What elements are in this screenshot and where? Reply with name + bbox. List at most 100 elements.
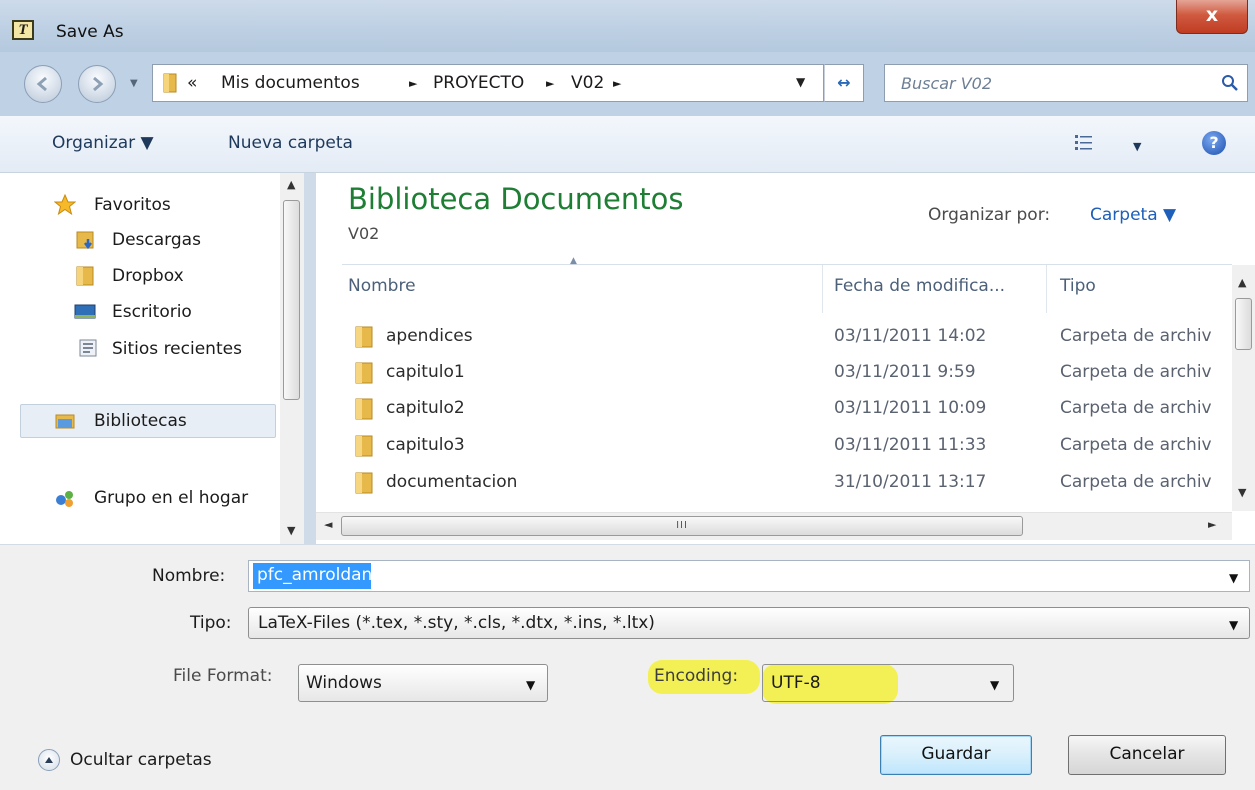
view-options-icon[interactable]: [1074, 133, 1094, 151]
encoding-dropdown-icon[interactable]: ▼: [990, 678, 999, 692]
back-arrow-icon: [36, 76, 47, 92]
breadcrumb-bar[interactable]: « Mis documentos ► PROYECTO ► V02 ►: [152, 64, 824, 102]
organize-by-dropdown[interactable]: Carpeta ▼: [1090, 205, 1176, 225]
close-button[interactable]: x: [1176, 0, 1248, 34]
downloads-folder-icon: [76, 231, 94, 250]
help-icon[interactable]: ?: [1202, 131, 1226, 155]
file-format-label: File Format:: [173, 666, 273, 686]
breadcrumb-v02[interactable]: V02: [571, 73, 604, 93]
forward-button[interactable]: [78, 65, 116, 103]
file-date: 03/11/2011 14:02: [834, 326, 987, 346]
filename-dropdown-icon[interactable]: ▼: [1229, 571, 1238, 585]
filename-label: Nombre:: [152, 566, 226, 586]
column-header-nombre[interactable]: Nombre: [348, 276, 416, 296]
breadcrumb-proyecto[interactable]: PROYECTO: [433, 73, 524, 93]
nav-label: Dropbox: [112, 266, 184, 286]
recent-places-icon: [79, 339, 97, 357]
file-name: capitulo3: [386, 435, 465, 455]
folder-icon: [355, 362, 373, 384]
table-row[interactable]: documentacion 31/10/2011 13:17 Carpeta d…: [342, 466, 1227, 500]
nav-label: Bibliotecas: [94, 411, 187, 431]
recent-locations-dropdown-icon[interactable]: ▼: [130, 78, 138, 89]
scroll-right-icon[interactable]: ►: [1208, 518, 1216, 531]
file-type: Carpeta de archiv: [1060, 362, 1212, 382]
libraries-icon: [55, 414, 75, 429]
address-dropdown-icon[interactable]: ▼: [796, 75, 805, 89]
nav-label: Grupo en el hogar: [94, 488, 249, 508]
file-type: Carpeta de archiv: [1060, 472, 1212, 492]
table-row[interactable]: capitulo2 03/11/2011 10:09 Carpeta de ar…: [342, 392, 1227, 426]
hide-folders-toggle[interactable]: [38, 749, 60, 771]
file-date: 03/11/2011 11:33: [834, 435, 987, 455]
organize-by-label: Organizar por:: [928, 205, 1051, 225]
file-type: Carpeta de archiv: [1060, 398, 1212, 418]
nav-label: Favoritos: [94, 195, 171, 215]
save-button[interactable]: Guardar: [880, 735, 1032, 775]
horizontal-scrollbar-thumb[interactable]: III: [341, 516, 1023, 536]
title-bar[interactable]: [0, 0, 1255, 52]
breadcrumb-separator-icon[interactable]: ►: [613, 77, 621, 90]
scroll-up-icon[interactable]: ▲: [1238, 276, 1246, 289]
scroll-left-icon[interactable]: ◄: [324, 518, 332, 531]
window-title: Save As: [56, 22, 124, 42]
scroll-up-icon[interactable]: ▲: [287, 178, 295, 191]
desktop-icon: [74, 304, 96, 319]
column-separator[interactable]: [822, 265, 823, 313]
header-divider: [342, 264, 1232, 265]
library-subtitle: V02: [348, 224, 380, 243]
table-row[interactable]: capitulo3 03/11/2011 11:33 Carpeta de ar…: [342, 429, 1227, 463]
folder-icon: [355, 398, 373, 420]
homegroup-icon: [56, 491, 73, 507]
file-name: capitulo1: [386, 362, 465, 382]
file-name: apendices: [386, 326, 473, 346]
library-title: Biblioteca Documentos: [348, 182, 684, 216]
organize-menu-button[interactable]: Organizar ▼: [52, 133, 154, 153]
hide-folders-label[interactable]: Ocultar carpetas: [70, 750, 212, 770]
cancel-button[interactable]: Cancelar: [1068, 735, 1226, 775]
file-date: 03/11/2011 9:59: [834, 362, 976, 382]
collapse-up-icon: [45, 757, 53, 763]
filename-field[interactable]: [248, 560, 1250, 592]
column-header-fecha[interactable]: Fecha de modifica...: [834, 276, 1005, 296]
folder-icon: [355, 472, 373, 494]
nav-scrollbar-thumb[interactable]: [283, 200, 300, 400]
filetype-dropdown-icon[interactable]: ▼: [1229, 618, 1238, 632]
search-placeholder: Buscar V02: [901, 74, 993, 93]
breadcrumb-separator-icon[interactable]: ►: [546, 77, 554, 90]
table-row[interactable]: capitulo1 03/11/2011 9:59 Carpeta de arc…: [342, 356, 1227, 390]
nav-label: Sitios recientes: [112, 339, 242, 359]
file-list-scrollbar-thumb[interactable]: [1235, 298, 1252, 350]
folder-icon: [355, 326, 373, 348]
star-icon: [54, 194, 76, 216]
search-box[interactable]: Buscar V02: [884, 64, 1248, 102]
file-date: 03/11/2011 10:09: [834, 398, 987, 418]
table-row[interactable]: apendices 03/11/2011 14:02 Carpeta de ar…: [342, 320, 1227, 354]
folder-icon: [163, 73, 177, 93]
sort-ascending-icon: ▲: [570, 256, 577, 266]
breadcrumb-separator-icon[interactable]: ►: [409, 77, 417, 90]
scroll-down-icon[interactable]: ▼: [287, 524, 295, 537]
view-dropdown-icon[interactable]: ▼: [1133, 140, 1141, 153]
refresh-button[interactable]: ↔: [824, 64, 864, 102]
refresh-icon: ↔: [837, 73, 851, 92]
file-name: documentacion: [386, 472, 518, 492]
breadcrumb-mis-documentos[interactable]: Mis documentos: [221, 73, 360, 93]
command-toolbar: [0, 116, 1255, 173]
scroll-down-icon[interactable]: ▼: [1238, 486, 1246, 499]
encoding-label: Encoding:: [654, 666, 739, 686]
file-date: 31/10/2011 13:17: [834, 472, 987, 492]
back-button[interactable]: [24, 65, 62, 103]
new-folder-button[interactable]: Nueva carpeta: [228, 133, 353, 153]
column-header-tipo[interactable]: Tipo: [1060, 276, 1096, 296]
search-icon[interactable]: [1221, 74, 1239, 92]
filename-value[interactable]: pfc_amroldan: [253, 563, 372, 589]
filetype-value: LaTeX-Files (*.tex, *.sty, *.cls, *.dtx,…: [258, 613, 655, 633]
save-as-dialog: T Save As x ▼ « Mis documentos ► PROYECT…: [0, 0, 1255, 790]
nav-label: Descargas: [112, 230, 201, 250]
file-type: Carpeta de archiv: [1060, 435, 1212, 455]
filetype-label: Tipo:: [190, 613, 232, 633]
column-separator[interactable]: [1046, 265, 1047, 313]
breadcrumb-overflow[interactable]: «: [187, 73, 197, 93]
folder-icon: [76, 266, 94, 286]
file-format-dropdown-icon[interactable]: ▼: [526, 678, 535, 692]
